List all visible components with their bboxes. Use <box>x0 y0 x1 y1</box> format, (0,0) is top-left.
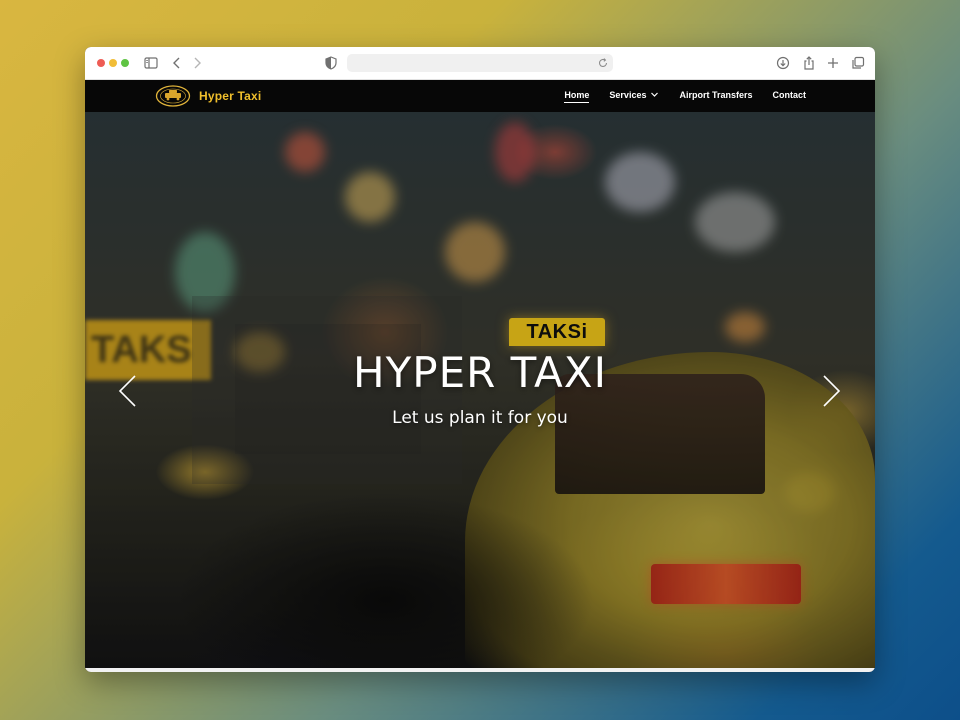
nav-airport-transfers[interactable]: Airport Transfers <box>679 90 752 103</box>
sidebar-icon[interactable] <box>143 55 159 71</box>
minimize-window-button[interactable] <box>109 59 117 67</box>
close-window-button[interactable] <box>97 59 105 67</box>
shield-icon[interactable] <box>323 55 339 71</box>
nav-home[interactable]: Home <box>564 90 590 103</box>
new-tab-icon[interactable] <box>825 55 841 71</box>
browser-toolbar <box>85 47 875 80</box>
download-icon[interactable] <box>775 55 791 71</box>
zoom-window-button[interactable] <box>121 59 129 67</box>
nav-contact[interactable]: Contact <box>773 90 807 103</box>
browser-window: Hyper Taxi Home Services Airport Transfe… <box>85 47 875 672</box>
main-menu: Home Services Airport Transfers Contact <box>564 90 806 103</box>
share-icon[interactable] <box>801 55 817 71</box>
window-bottom-edge <box>85 668 875 672</box>
hero-subtitle: Let us plan it for you <box>392 408 568 428</box>
chevron-left-icon[interactable] <box>115 373 141 409</box>
brand-name[interactable]: Hyper Taxi <box>199 89 261 103</box>
reload-icon[interactable] <box>597 57 609 69</box>
forward-icon[interactable] <box>189 55 205 71</box>
chevron-right-icon[interactable] <box>818 373 844 409</box>
nav-services[interactable]: Services <box>609 90 659 103</box>
hero-title: HYPER TAXI <box>353 348 607 397</box>
site-navbar: Hyper Taxi Home Services Airport Transfe… <box>85 80 875 112</box>
tabs-overview-icon[interactable] <box>850 55 866 71</box>
nav-services-label: Services <box>609 90 647 100</box>
back-icon[interactable] <box>169 55 185 71</box>
logo-icon[interactable] <box>155 84 191 108</box>
address-bar[interactable] <box>347 54 613 72</box>
hero-slider: TAKS TAKSi HYPER TAXI Let us plan it for… <box>85 112 875 668</box>
chevron-down-icon <box>650 90 659 99</box>
